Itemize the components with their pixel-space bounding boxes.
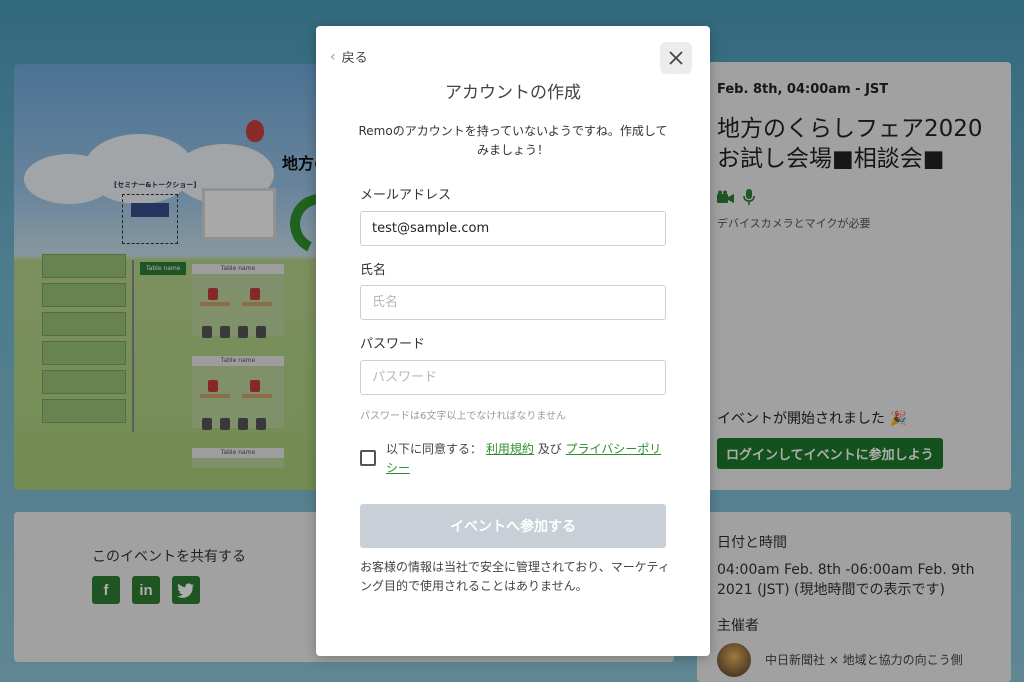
email-label: メールアドレス <box>360 188 452 203</box>
email-field[interactable] <box>360 211 666 246</box>
privacy-note: お客様の情報は当社で安全に管理されており、マーケティング目的で使用されることはあ… <box>360 560 670 594</box>
close-button[interactable] <box>660 42 692 74</box>
join-event-button[interactable]: イベントへ参加する <box>360 504 666 548</box>
name-field[interactable] <box>360 285 666 320</box>
agree-and: 及び <box>537 442 562 456</box>
agree-text: 以下に同意する： 利用規約 及び プライバシーポリシー <box>386 440 670 478</box>
chevron-left-icon: ‹ <box>330 48 336 65</box>
password-field[interactable] <box>360 360 666 395</box>
back-link[interactable]: ‹ 戻る <box>330 47 368 67</box>
password-label: パスワード <box>360 337 426 352</box>
agree-row: 以下に同意する： 利用規約 及び プライバシーポリシー <box>360 440 670 478</box>
close-icon <box>669 51 683 65</box>
create-account-modal: ‹ 戻る アカウントの作成 Remoのアカウントを持っていないようですね。作成し… <box>316 26 710 656</box>
modal-subtitle: Remoのアカウントを持っていないようですね。作成してみましょう！ <box>358 124 668 158</box>
terms-link[interactable]: 利用規約 <box>486 442 534 456</box>
modal-title: アカウントの作成 <box>445 83 581 103</box>
agree-prefix: 以下に同意する： <box>386 442 483 456</box>
agree-checkbox[interactable] <box>360 450 376 466</box>
back-label: 戻る <box>341 51 368 66</box>
password-hint: パスワードは6文字以上でなければなりません <box>360 411 567 422</box>
name-label: 氏名 <box>360 263 387 278</box>
